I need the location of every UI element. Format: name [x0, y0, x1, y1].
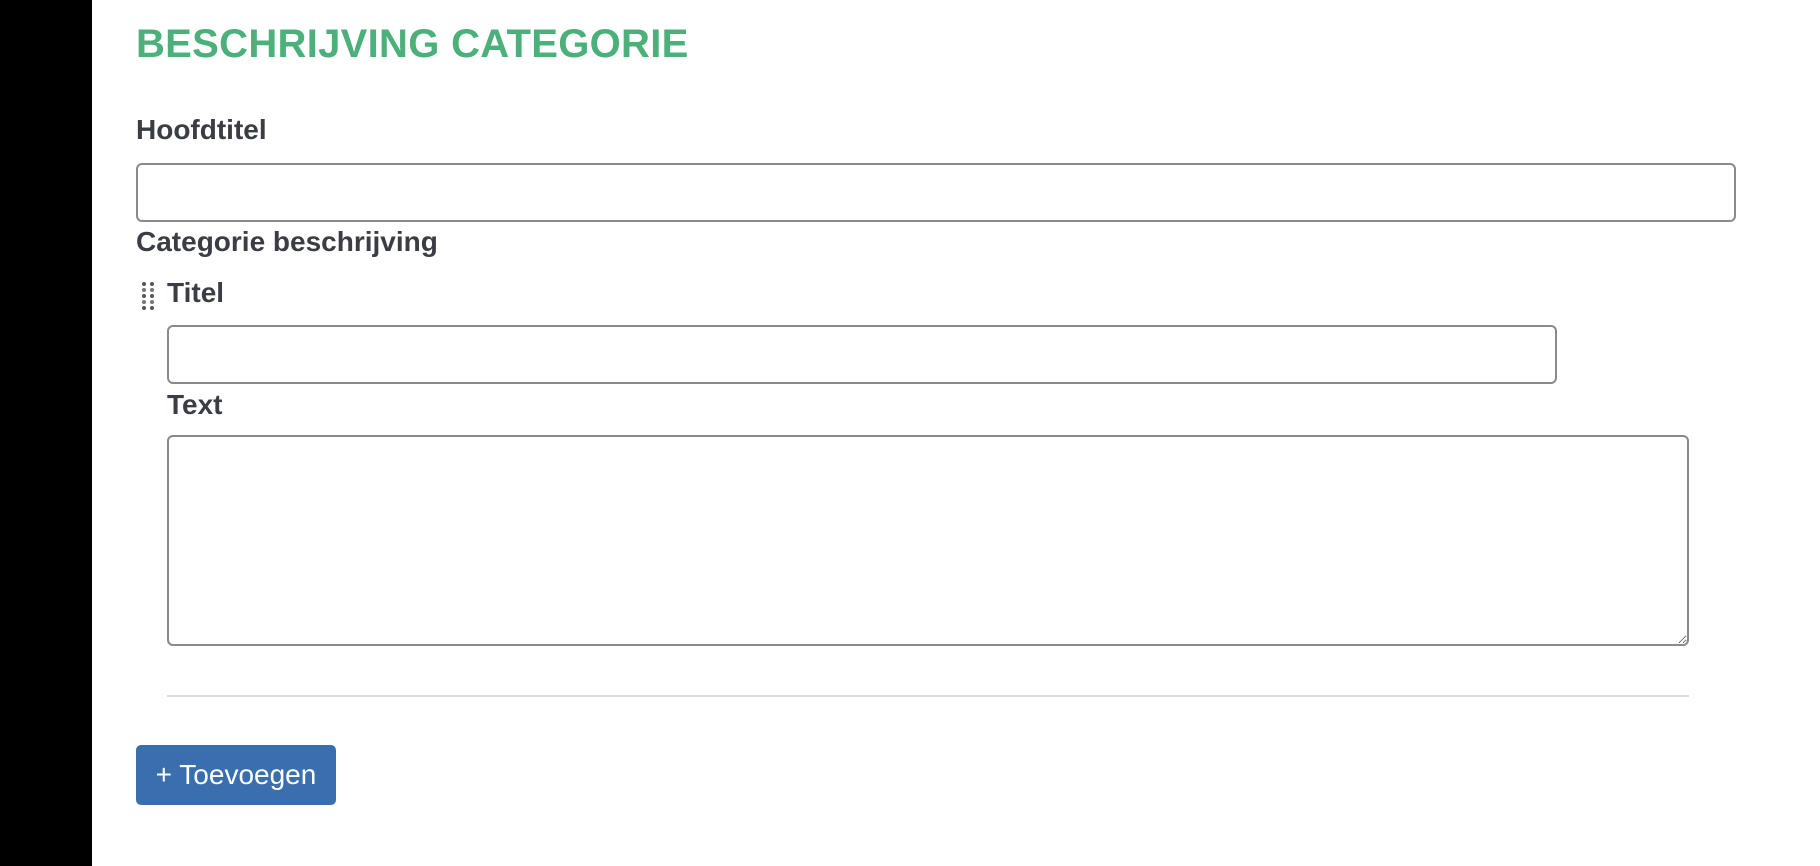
item-divider	[167, 695, 1689, 697]
text-textarea[interactable]	[167, 435, 1689, 646]
drag-handle-icon[interactable]	[140, 281, 156, 311]
titel-label: Titel	[167, 277, 225, 308]
content-panel: BESCHRIJVING CATEGORIE Hoofdtitel Catego…	[92, 0, 1820, 866]
hoofdtitel-label: Hoofdtitel	[136, 114, 267, 145]
sidebar	[0, 0, 92, 866]
add-button[interactable]: + Toevoegen	[136, 745, 336, 805]
section-title: BESCHRIJVING CATEGORIE	[136, 22, 689, 66]
hoofdtitel-input[interactable]	[136, 163, 1736, 222]
titel-input[interactable]	[167, 325, 1557, 384]
text-label: Text	[167, 389, 223, 420]
categorie-beschrijving-label: Categorie beschrijving	[136, 226, 438, 257]
